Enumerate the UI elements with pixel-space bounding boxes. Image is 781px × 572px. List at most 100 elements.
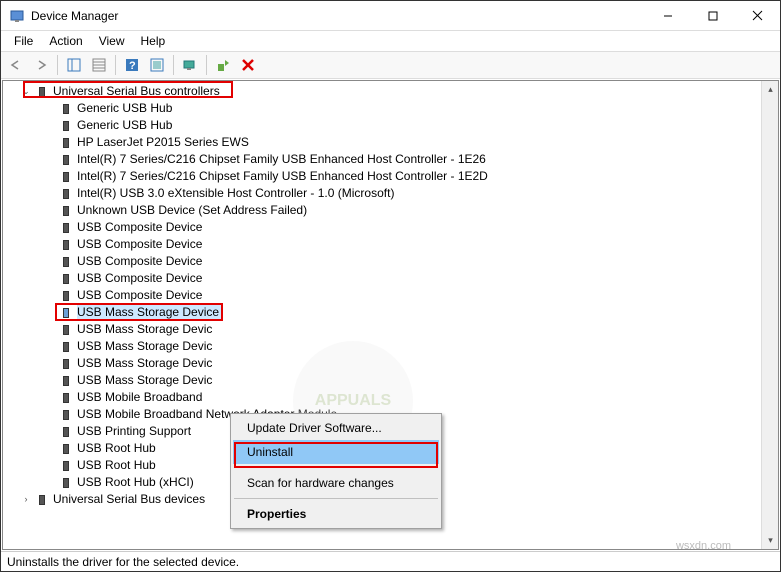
item-label: USB Mass Storage Devic <box>77 321 212 338</box>
help-button[interactable]: ? <box>121 54 143 76</box>
tree-item-selected[interactable]: USB Mass Storage Device <box>5 304 778 321</box>
usb-icon <box>34 492 50 508</box>
item-label: Generic USB Hub <box>77 117 172 134</box>
scroll-up-icon[interactable]: ▴ <box>762 81 779 98</box>
tree-item[interactable]: USB Mass Storage Devic <box>5 321 778 338</box>
status-text: Uninstalls the driver for the selected d… <box>7 555 239 569</box>
tree-item[interactable]: Intel(R) USB 3.0 eXtensible Host Control… <box>5 185 778 202</box>
item-label: USB Composite Device <box>77 270 202 287</box>
action-button[interactable] <box>146 54 168 76</box>
update-driver-button[interactable] <box>212 54 234 76</box>
context-properties[interactable]: Properties <box>233 502 439 526</box>
usb-icon <box>58 152 74 168</box>
item-label: Generic USB Hub <box>77 100 172 117</box>
item-label: Intel(R) 7 Series/C216 Chipset Family US… <box>77 151 486 168</box>
uninstall-button[interactable] <box>237 54 259 76</box>
tree-category-usb-controllers[interactable]: ⌄ Universal Serial Bus controllers <box>5 83 778 100</box>
vertical-scrollbar[interactable]: ▴ ▾ <box>761 81 778 549</box>
tree-item[interactable]: USB Composite Device <box>5 219 778 236</box>
usb-icon <box>58 220 74 236</box>
usb-icon <box>58 118 74 134</box>
usb-icon <box>58 271 74 287</box>
menu-separator <box>234 467 438 468</box>
usb-icon <box>58 322 74 338</box>
tree-item[interactable]: USB Mass Storage Devic <box>5 355 778 372</box>
item-label: USB Printing Support <box>77 423 191 440</box>
tree-item[interactable]: USB Mass Storage Devic <box>5 338 778 355</box>
tree-item[interactable]: Unknown USB Device (Set Address Failed) <box>5 202 778 219</box>
chevron-right-icon[interactable]: › <box>19 493 33 507</box>
menu-help[interactable]: Help <box>133 33 174 49</box>
item-label: USB Mobile Broadband <box>77 389 202 406</box>
properties-button[interactable] <box>88 54 110 76</box>
back-button[interactable] <box>5 54 27 76</box>
context-update-driver[interactable]: Update Driver Software... <box>233 416 439 440</box>
item-label: USB Composite Device <box>77 287 202 304</box>
item-label: Unknown USB Device (Set Address Failed) <box>77 202 307 219</box>
usb-icon <box>58 254 74 270</box>
tree-item[interactable]: HP LaserJet P2015 Series EWS <box>5 134 778 151</box>
tree-item[interactable]: USB Composite Device <box>5 287 778 304</box>
usb-icon <box>58 458 74 474</box>
category-label: Universal Serial Bus controllers <box>53 83 220 100</box>
item-label: USB Composite Device <box>77 219 202 236</box>
show-hide-tree-button[interactable] <box>63 54 85 76</box>
tree-item[interactable]: USB Composite Device <box>5 270 778 287</box>
item-label: USB Mass Storage Device <box>77 304 221 321</box>
menu-separator <box>234 498 438 499</box>
tree-item[interactable]: Intel(R) 7 Series/C216 Chipset Family US… <box>5 168 778 185</box>
item-label: USB Mass Storage Devic <box>77 338 212 355</box>
usb-icon <box>34 84 50 100</box>
scroll-down-icon[interactable]: ▾ <box>762 532 779 549</box>
maximize-button[interactable] <box>690 1 735 30</box>
device-tree-pane: APPUALS ⌄ Universal Serial Bus controlle… <box>2 80 779 550</box>
item-label: USB Root Hub <box>77 457 156 474</box>
toolbar-sep <box>206 55 207 75</box>
item-label: USB Composite Device <box>77 253 202 270</box>
usb-icon <box>58 305 74 321</box>
toolbar-sep <box>57 55 58 75</box>
usb-icon <box>58 373 74 389</box>
device-manager-window: Device Manager File Action View Help ? <box>0 0 781 572</box>
forward-button[interactable] <box>30 54 52 76</box>
context-scan-hardware[interactable]: Scan for hardware changes <box>233 471 439 495</box>
minimize-button[interactable] <box>645 1 690 30</box>
menu-file[interactable]: File <box>6 33 41 49</box>
statusbar: Uninstalls the driver for the selected d… <box>1 551 780 571</box>
window-title: Device Manager <box>31 9 645 23</box>
item-label: USB Root Hub (xHCI) <box>77 474 194 491</box>
item-label: USB Mass Storage Devic <box>77 372 212 389</box>
tree-item[interactable]: USB Composite Device <box>5 253 778 270</box>
watermark-text: wsxdn.com <box>676 540 731 552</box>
tree-item[interactable]: USB Mass Storage Devic <box>5 372 778 389</box>
scan-hardware-button[interactable] <box>179 54 201 76</box>
tree-item[interactable]: Intel(R) 7 Series/C216 Chipset Family US… <box>5 151 778 168</box>
tree-item[interactable]: Generic USB Hub <box>5 117 778 134</box>
menu-action[interactable]: Action <box>41 33 90 49</box>
usb-icon <box>58 169 74 185</box>
menu-view[interactable]: View <box>91 33 133 49</box>
chevron-down-icon[interactable]: ⌄ <box>19 85 33 99</box>
usb-icon <box>58 135 74 151</box>
usb-icon <box>58 288 74 304</box>
tree-item[interactable]: USB Mobile Broadband <box>5 389 778 406</box>
tree-item[interactable]: USB Composite Device <box>5 236 778 253</box>
item-label: USB Mass Storage Devic <box>77 355 212 372</box>
toolbar-sep <box>173 55 174 75</box>
menubar: File Action View Help <box>1 31 780 51</box>
context-uninstall[interactable]: Uninstall <box>233 440 439 464</box>
usb-icon <box>58 475 74 491</box>
item-label: HP LaserJet P2015 Series EWS <box>77 134 249 151</box>
svg-text:?: ? <box>129 60 136 72</box>
tree-item[interactable]: Generic USB Hub <box>5 100 778 117</box>
usb-icon <box>58 441 74 457</box>
item-label: Intel(R) USB 3.0 eXtensible Host Control… <box>77 185 394 202</box>
close-button[interactable] <box>735 1 780 30</box>
usb-icon <box>58 356 74 372</box>
item-label: Intel(R) 7 Series/C216 Chipset Family US… <box>77 168 488 185</box>
item-label: USB Composite Device <box>77 236 202 253</box>
usb-icon <box>58 424 74 440</box>
usb-icon <box>58 407 74 423</box>
usb-icon <box>58 339 74 355</box>
category-label: Universal Serial Bus devices <box>53 491 205 508</box>
